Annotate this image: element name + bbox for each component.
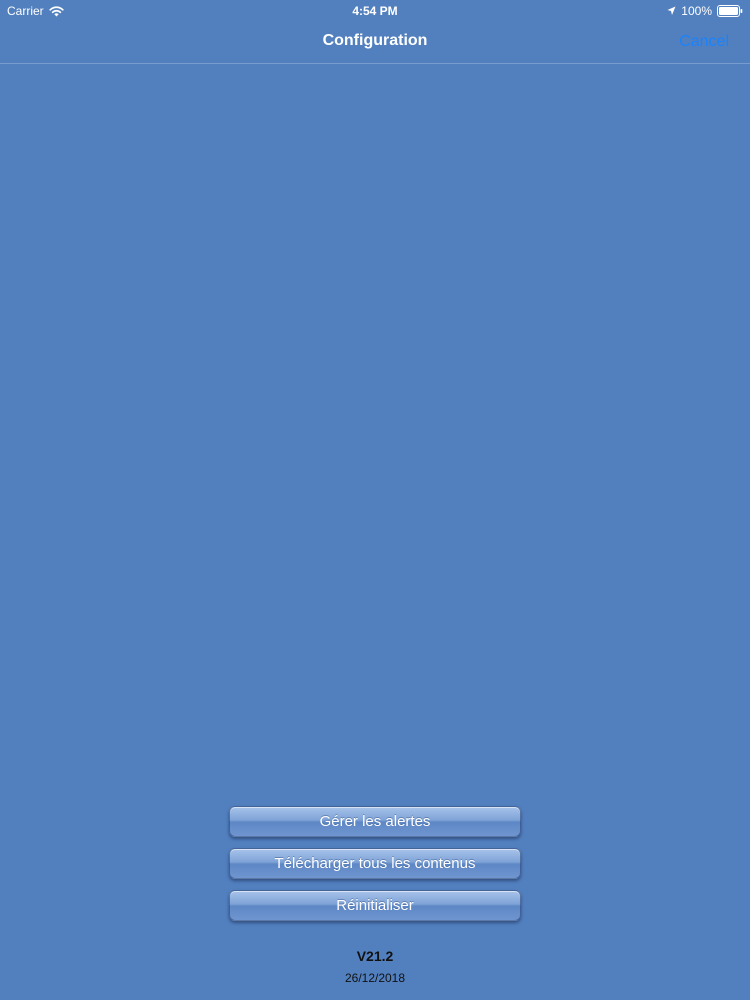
build-date: 26/12/2018 (344, 971, 406, 985)
reset-button[interactable]: Réinitialiser (229, 890, 521, 921)
status-bar: Carrier 4:54 PM 100% (0, 0, 750, 22)
cancel-button[interactable]: Cancel (679, 33, 729, 51)
page-title: Configuration (322, 32, 428, 49)
manage-alerts-button[interactable]: Gérer les alertes (229, 806, 521, 837)
location-icon (667, 6, 676, 16)
download-all-content-button[interactable]: Télécharger tous les contenus (229, 848, 521, 879)
battery-percent: 100% (681, 4, 712, 18)
battery-icon (717, 5, 743, 17)
navigation-bar: Configuration Cancel (0, 22, 750, 64)
status-right: 100% (667, 4, 743, 18)
app-version: V21.2 (356, 948, 394, 964)
action-buttons: Gérer les alertes Télécharger tous les c… (229, 806, 521, 932)
status-time: 4:54 PM (352, 4, 398, 18)
